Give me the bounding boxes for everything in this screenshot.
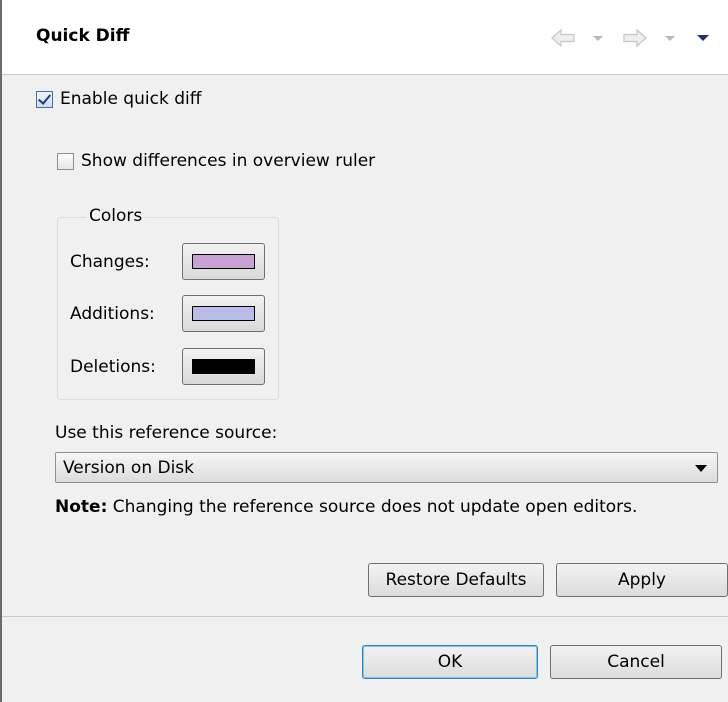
deletions-row: Deletions: [70,357,180,377]
reference-note: Note: Changing the reference source does… [55,497,637,517]
forward-arrow-icon [623,28,647,48]
page-title: Quick Diff [36,26,130,46]
additions-color-swatch [192,306,255,321]
cancel-button[interactable]: Cancel [550,645,722,679]
show-overview-ruler-checkbox[interactable] [57,152,74,170]
forward-button[interactable] [622,26,648,50]
deletions-color-button[interactable] [182,348,265,385]
view-menu-icon [697,35,709,41]
chevron-down-icon [665,36,675,41]
reference-source-label: Use this reference source: [55,423,278,443]
page-header: Quick Diff [2,0,728,74]
back-button[interactable] [550,26,576,50]
enable-quick-diff-checkbox[interactable] [36,90,53,108]
additions-row: Additions: [70,304,180,324]
ok-button[interactable]: OK [362,645,538,679]
back-arrow-icon [551,28,575,48]
preferences-dialog: Quick Diff Enable quick diff Show differ… [0,0,728,702]
changes-color-button[interactable] [182,243,265,280]
colors-group-label: Colors [86,206,146,226]
changes-row: Changes: [70,252,180,272]
reference-source-select[interactable]: Version on Disk [55,452,718,483]
deletions-color-swatch [192,359,255,374]
apply-button[interactable]: Apply [556,563,728,597]
changes-color-swatch [192,254,255,269]
dropdown-arrow-icon [695,465,707,472]
show-overview-ruler-option[interactable]: Show differences in overview ruler [57,151,375,171]
restore-defaults-button[interactable]: Restore Defaults [368,563,544,597]
back-history-dropdown[interactable] [592,26,604,50]
show-overview-ruler-label: Show differences in overview ruler [81,151,376,171]
forward-history-dropdown[interactable] [664,26,676,50]
enable-quick-diff-label: Enable quick diff [60,89,202,109]
view-menu-button[interactable] [696,26,710,50]
enable-quick-diff-option[interactable]: Enable quick diff [36,89,201,109]
deletions-label: Deletions: [70,357,156,377]
chevron-down-icon [593,36,603,41]
reference-source-value: Version on Disk [63,458,195,478]
changes-label: Changes: [70,252,150,272]
additions-label: Additions: [70,304,155,324]
additions-color-button[interactable] [182,295,265,332]
note-text: Changing the reference source does not u… [112,497,638,517]
note-prefix: Note: [55,497,108,517]
